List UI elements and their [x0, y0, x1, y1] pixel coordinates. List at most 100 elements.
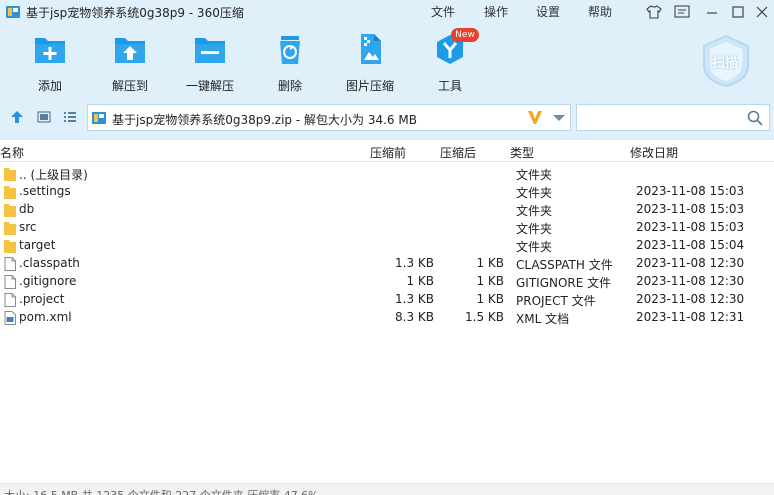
delete-button[interactable]: 删除	[250, 32, 330, 94]
folder-icon	[4, 168, 16, 181]
file-size-after: 1.5 KB	[465, 310, 504, 324]
file-date: 2023-11-08 15:03	[636, 184, 745, 198]
shirt-icon	[646, 5, 662, 19]
toolbar: 添加 解压到 一键解压 删除 图片压缩 工具 New 扫描	[0, 24, 774, 96]
file-row-5[interactable]: .classpath 1.3 KB 1 KB CLASSPATH 文件 2023…	[0, 255, 774, 273]
file-type: 文件夹	[516, 168, 553, 182]
add-label: 添加	[37, 79, 62, 93]
file-type: 文件夹	[516, 204, 553, 218]
file-name: .settings	[19, 184, 71, 198]
file-name: pom.xml	[19, 310, 72, 324]
column-type[interactable]: 类型	[510, 144, 534, 161]
column-compressed-after[interactable]: 压缩后	[440, 144, 476, 161]
file-name: .. (上级目录)	[19, 168, 88, 182]
file-row-8[interactable]: pom.xml 8.3 KB 1.5 KB XML 文档 2023-11-08 …	[0, 309, 774, 327]
one-click-extract-button[interactable]: 一键解压	[170, 32, 250, 94]
close-icon	[756, 6, 768, 18]
delete-icon	[280, 36, 300, 64]
image-compress-icon	[361, 34, 381, 64]
file-name: .classpath	[19, 256, 80, 270]
file-row-6[interactable]: .gitignore 1 KB 1 KB GITIGNORE 文件 2023-1…	[0, 273, 774, 291]
image-compress-label: 图片压缩	[345, 79, 394, 93]
file-type: PROJECT 文件	[516, 294, 596, 308]
image-compress-button[interactable]: 图片压缩	[330, 32, 410, 94]
file-row-2[interactable]: db 文件夹 2023-11-08 15:03	[0, 201, 774, 219]
file-date: 2023-11-08 12:30	[636, 292, 745, 306]
menu-file[interactable]: 文件	[431, 3, 455, 20]
file-date: 2023-11-08 12:30	[636, 256, 745, 270]
verified-v-icon[interactable]	[526, 108, 544, 126]
add-icon	[35, 38, 65, 63]
file-type: 文件夹	[516, 240, 553, 254]
file-type: 文件夹	[516, 222, 553, 236]
menu-settings[interactable]: 设置	[536, 3, 560, 20]
file-row-0[interactable]: .. (上级目录) 文件夹	[0, 165, 774, 183]
status-bar: 大小: 16.5 MB 共 1235 个文件和 227 个文件夹 压缩率 47.…	[0, 483, 774, 495]
folder-icon	[4, 186, 16, 199]
file-name: db	[19, 202, 35, 216]
archive-icon	[92, 112, 106, 124]
file-type: CLASSPATH 文件	[516, 258, 613, 272]
close-button[interactable]	[753, 3, 771, 21]
maximize-button[interactable]	[729, 3, 747, 21]
file-size-before: 8.3 KB	[395, 310, 434, 324]
file-size-after: 1 KB	[476, 292, 504, 306]
feedback-button[interactable]	[673, 3, 691, 21]
file-size-before: 1 KB	[406, 274, 434, 288]
minimize-button[interactable]	[703, 3, 721, 21]
thumbnail-view-icon[interactable]	[37, 110, 51, 124]
path-dropdown-icon[interactable]	[553, 115, 565, 121]
file-date: 2023-11-08 15:03	[636, 202, 745, 216]
column-name[interactable]: 名称	[0, 144, 24, 161]
column-modified[interactable]: 修改日期	[630, 144, 678, 161]
scan-label: 扫描	[712, 56, 739, 71]
up-arrow-icon[interactable]	[10, 110, 24, 124]
file-name: target	[19, 238, 56, 252]
file-date: 2023-11-08 12:30	[636, 274, 745, 288]
scan-button[interactable]: 扫描	[700, 34, 752, 88]
file-name: src	[19, 220, 37, 234]
file-row-4[interactable]: target 文件夹 2023-11-08 15:04	[0, 237, 774, 255]
one-click-extract-icon	[195, 38, 225, 63]
extract-to-button[interactable]: 解压到	[90, 32, 170, 94]
menu-operation[interactable]: 操作	[484, 3, 508, 20]
search-input[interactable]	[576, 104, 770, 131]
delete-label: 删除	[277, 79, 302, 93]
folder-icon	[4, 204, 16, 217]
file-type: XML 文档	[516, 312, 570, 326]
file-list: .. (上级目录) 文件夹 .settings 文件夹 2023-11-08 1…	[0, 165, 774, 327]
file-name: .gitignore	[19, 274, 77, 288]
file-icon	[4, 257, 16, 271]
column-header-row: 名称 压缩前 压缩后 类型 修改日期	[0, 140, 774, 162]
file-icon	[4, 275, 16, 289]
app-logo-icon	[6, 6, 20, 18]
skin-button[interactable]	[645, 3, 663, 21]
file-row-1[interactable]: .settings 文件夹 2023-11-08 15:03	[0, 183, 774, 201]
title-bar: 基于jsp宠物领养系统0g38p9 - 360压缩 文件 操作 设置 帮助	[0, 0, 774, 24]
add-button[interactable]: 添加	[10, 32, 90, 94]
list-view-icon[interactable]	[63, 110, 77, 124]
file-size-after: 1 KB	[476, 274, 504, 288]
file-icon	[4, 293, 16, 307]
extract-to-label: 解压到	[111, 79, 148, 93]
one-click-extract-label: 一键解压	[185, 79, 234, 93]
tools-button[interactable]: 工具	[410, 32, 490, 94]
path-field[interactable]: 基于jsp宠物领养系统0g38p9.zip - 解包大小为 34.6 MB	[87, 104, 571, 131]
path-text: 基于jsp宠物领养系统0g38p9.zip - 解包大小为 34.6 MB	[112, 113, 417, 127]
file-size-after: 1 KB	[476, 256, 504, 270]
file-size-before: 1.3 KB	[395, 292, 434, 306]
file-type: GITIGNORE 文件	[516, 276, 612, 290]
minimize-icon	[707, 12, 717, 14]
file-date: 2023-11-08 15:03	[636, 220, 745, 234]
extract-to-icon	[115, 38, 145, 63]
search-icon[interactable]	[747, 110, 763, 126]
status-text: 大小: 16.5 MB 共 1235 个文件和 227 个文件夹 压缩率 47.…	[4, 487, 319, 495]
column-compressed-before[interactable]: 压缩前	[370, 144, 406, 161]
menu-help[interactable]: 帮助	[588, 3, 612, 20]
file-date: 2023-11-08 12:31	[636, 310, 745, 324]
tools-label: 工具	[437, 79, 462, 93]
folder-icon	[4, 240, 16, 253]
file-row-3[interactable]: src 文件夹 2023-11-08 15:03	[0, 219, 774, 237]
file-row-7[interactable]: .project 1.3 KB 1 KB PROJECT 文件 2023-11-…	[0, 291, 774, 309]
xml-file-icon	[4, 311, 16, 325]
